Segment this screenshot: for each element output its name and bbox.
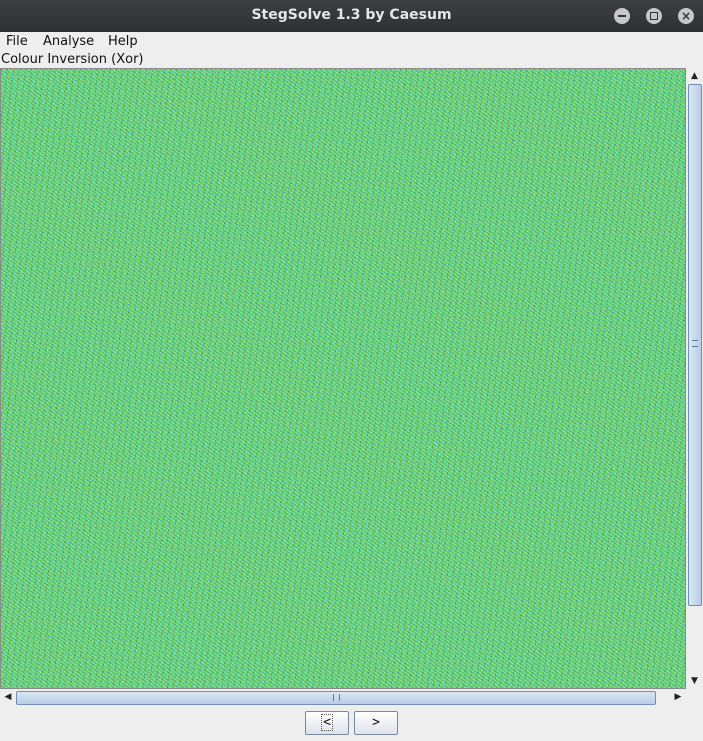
scroll-corner — [686, 689, 703, 706]
scroll-left-arrow-icon[interactable]: ◀ — [0, 689, 16, 706]
vertical-scrollbar[interactable]: ▲ ▼ — [686, 68, 703, 689]
image-viewport[interactable] — [0, 68, 686, 689]
scroll-down-arrow-icon[interactable]: ▼ — [686, 673, 703, 689]
minimize-button[interactable] — [614, 8, 630, 24]
grip-icon — [692, 340, 698, 347]
vertical-scroll-thumb[interactable] — [688, 84, 702, 606]
previous-button[interactable]: < — [305, 711, 349, 735]
horizontal-scroll-thumb[interactable] — [16, 691, 656, 705]
horizontal-scrollbar[interactable]: ◀ ▶ — [0, 689, 686, 706]
mode-label: Colour Inversion (Xor) — [1, 52, 144, 67]
previous-button-label: < — [321, 714, 333, 731]
close-button[interactable]: × — [678, 8, 694, 24]
next-button[interactable]: > — [354, 711, 398, 735]
minimize-icon — [618, 15, 626, 17]
app-window: StegSolve 1.3 by Caesum × File Analyse H… — [0, 0, 703, 741]
next-button-label: > — [372, 715, 380, 730]
menu-file[interactable]: File — [6, 34, 28, 49]
maximize-icon — [650, 12, 658, 20]
menu-help[interactable]: Help — [108, 34, 138, 49]
menu-analyse[interactable]: Analyse — [43, 34, 94, 49]
scroll-up-arrow-icon[interactable]: ▲ — [686, 68, 703, 84]
grip-icon — [333, 694, 340, 701]
title-bar[interactable]: StegSolve 1.3 by Caesum × — [0, 0, 703, 32]
close-icon: × — [680, 9, 692, 23]
scroll-right-arrow-icon[interactable]: ▶ — [670, 689, 686, 706]
menu-bar: File Analyse Help — [0, 32, 703, 52]
maximize-button[interactable] — [646, 8, 662, 24]
window-title: StegSolve 1.3 by Caesum — [251, 7, 452, 23]
